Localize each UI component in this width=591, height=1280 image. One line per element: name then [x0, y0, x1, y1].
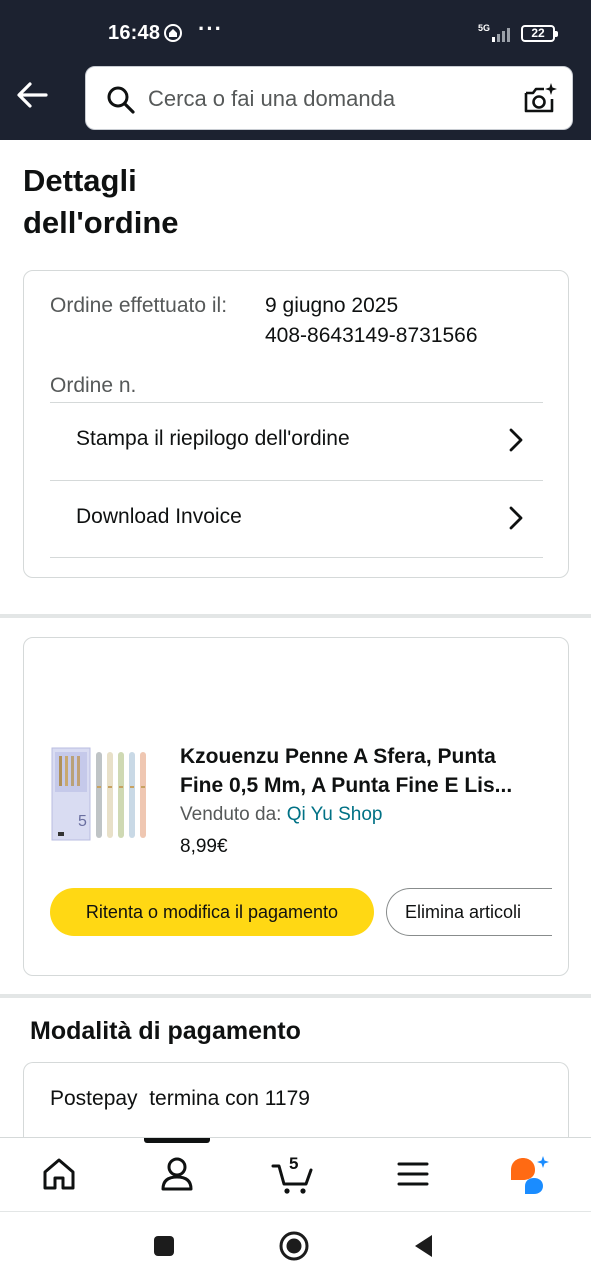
payment-heading: Modalità di pagamento: [30, 1017, 301, 1045]
retry-payment-button[interactable]: Ritenta o modifica il pagamento: [50, 888, 374, 936]
home-icon: [43, 1158, 75, 1190]
cart-count-badge: 5: [289, 1154, 299, 1173]
menu-icon: [397, 1162, 429, 1186]
system-back-button[interactable]: [408, 1230, 440, 1262]
order-number-label: Ordine n.: [50, 374, 137, 397]
network-type: 5G: [478, 23, 491, 33]
payment-method: Postepay termina con 1179: [50, 1087, 310, 1110]
product-price: 8,99€: [180, 836, 228, 857]
box-number: 5: [78, 813, 87, 830]
order-number: 408-8643149-8731566: [265, 324, 478, 347]
system-home-button[interactable]: [278, 1230, 310, 1262]
search-bar[interactable]: [85, 66, 573, 130]
product-title-line2: Fine 0,5 Mm, A Punta Fine E Lis...: [180, 774, 513, 797]
status-time: 16:48: [108, 22, 161, 44]
nav-you[interactable]: [155, 1152, 199, 1196]
page-title: Dettagli dell'ordine: [23, 163, 179, 240]
seller-link[interactable]: Qi Yu Shop: [287, 804, 383, 825]
order-date: 9 giugno 2025: [265, 294, 399, 317]
nav-cart[interactable]: 5: [271, 1152, 315, 1196]
print-summary-label: Stampa il riepilogo dell'ordine: [76, 427, 350, 450]
order-summary-card: Ordine effettuato il: Ordine n. 9 giugno…: [23, 270, 569, 578]
order-item-card: 5 Kzouenzu Penne A Sfera, Punta Fine 0,5…: [23, 637, 569, 976]
more-notifications-icon: ···: [198, 16, 223, 41]
product-image[interactable]: 5: [50, 746, 154, 842]
triangle-back-icon: [415, 1235, 432, 1257]
bottom-nav: 5: [0, 1137, 591, 1211]
system-nav-bar: [0, 1211, 591, 1280]
section-divider: [0, 994, 591, 998]
download-invoice-label: Download Invoice: [76, 505, 242, 528]
product-title-line1: Kzouenzu Penne A Sfera, Punta: [180, 745, 496, 768]
active-tab-indicator: [144, 1138, 210, 1143]
camera-sparkle-icon[interactable]: [522, 81, 558, 117]
back-button[interactable]: [14, 78, 54, 112]
nav-rufus[interactable]: [507, 1152, 551, 1196]
user-icon: [161, 1157, 193, 1191]
product-title[interactable]: Kzouenzu Penne A Sfera, Punta Fine 0,5 M…: [180, 742, 552, 800]
rufus-icon: [511, 1156, 549, 1194]
section-divider: [0, 614, 591, 618]
signal-icon: [492, 26, 514, 42]
order-date-label: Ordine effettuato il:: [50, 294, 228, 317]
home-indicator-icon: [164, 24, 182, 42]
download-invoice-link[interactable]: Download Invoice: [50, 480, 543, 558]
sold-by-label: Venduto da:: [180, 804, 282, 825]
divider: [50, 557, 543, 558]
circle-home-icon: [279, 1231, 309, 1261]
seller-info: Venduto da: Qi Yu Shop: [180, 804, 383, 826]
nav-home[interactable]: [37, 1152, 81, 1196]
app-header: [0, 64, 591, 140]
square-icon: [154, 1236, 174, 1256]
battery-icon: 22: [521, 25, 558, 42]
search-input[interactable]: [148, 83, 508, 115]
recent-apps-button[interactable]: [148, 1230, 180, 1262]
delete-items-button[interactable]: Elimina articoli: [386, 888, 552, 936]
chevron-right-icon: [509, 428, 523, 452]
nav-menu[interactable]: [391, 1152, 435, 1196]
status-bar: 16:48 ··· 5G 22: [0, 0, 591, 64]
chevron-right-icon: [509, 506, 523, 530]
search-icon: [107, 86, 135, 114]
print-summary-link[interactable]: Stampa il riepilogo dell'ordine: [50, 402, 543, 480]
arrow-left-icon: [17, 82, 48, 108]
